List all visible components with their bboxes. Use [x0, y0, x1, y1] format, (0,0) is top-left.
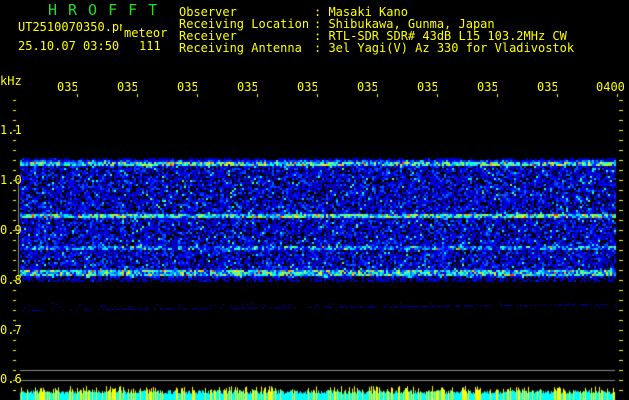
mode-label: meteor — [124, 26, 168, 40]
y-unit-label: kHz — [0, 74, 22, 88]
time-label: 0359 — [537, 80, 557, 94]
time-label: 0354 — [237, 80, 257, 94]
datetime: 25.10.07 03:50 — [18, 39, 120, 53]
filename: UT2510070350.png — [18, 21, 122, 33]
y-label: 0.6 — [0, 372, 22, 386]
time-label: 0352 — [117, 80, 137, 94]
time-label: 0351 — [57, 80, 77, 94]
time-label: 0400 — [596, 80, 625, 94]
time-label: 0358 — [477, 80, 497, 94]
spectrogram-canvas — [0, 0, 629, 400]
time-label: 0355 — [297, 80, 317, 94]
app-title: HROFFT — [48, 1, 169, 19]
count: 111 — [139, 39, 161, 53]
time-label: 0356 — [357, 80, 377, 94]
y-label: 1.1 — [0, 123, 22, 137]
time-label: 0353 — [177, 80, 197, 94]
y-label: 0.7 — [0, 323, 22, 337]
y-label: 0.8 — [0, 273, 22, 287]
y-label: 0.9 — [0, 223, 22, 237]
antenna-value: : 3el Yagi(V) Az 330 for Vladivostok — [314, 41, 575, 55]
time-label: 0357 — [417, 80, 437, 94]
antenna-label: Receiving Antenna — [179, 41, 302, 55]
y-label: 1.0 — [0, 173, 22, 187]
